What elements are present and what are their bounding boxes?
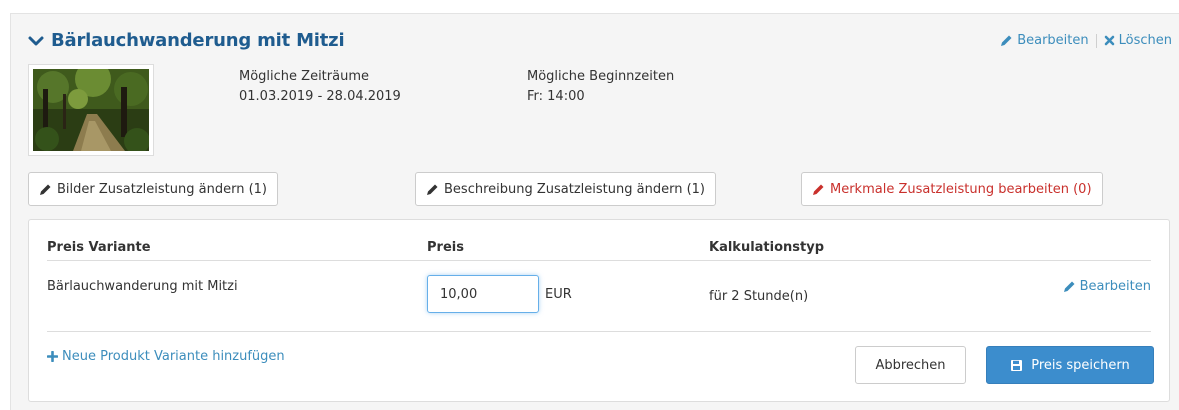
- calc-type-value: für 2 Stunde(n): [709, 289, 809, 304]
- start-times-label: Mögliche Beginnzeiten: [527, 69, 675, 84]
- cancel-label: Abbrechen: [875, 357, 946, 373]
- change-images-label: Bilder Zusatzleistung ändern (1): [57, 181, 267, 197]
- chevron-down-icon[interactable]: [27, 34, 45, 48]
- column-header-variant: Preis Variante: [47, 240, 151, 255]
- pencil-icon: [1001, 35, 1012, 46]
- change-description-label: Beschreibung Zusatzleistung ändern (1): [444, 181, 705, 197]
- footer-divider: [47, 331, 1151, 332]
- header-divider: [47, 260, 1151, 261]
- save-price-label: Preis speichern: [1031, 357, 1130, 373]
- column-header-calc-type: Kalkulationstyp: [709, 240, 825, 255]
- pencil-icon: [40, 184, 51, 195]
- currency-label: EUR: [545, 287, 572, 302]
- edit-variant-link[interactable]: Bearbeiten: [1063, 279, 1151, 294]
- periods-value: 01.03.2019 - 28.04.2019: [239, 89, 401, 104]
- add-variant-label: Neue Produkt Variante hinzufügen: [62, 349, 285, 364]
- floppy-disk-icon: [1011, 359, 1023, 371]
- save-price-button[interactable]: Preis speichern: [986, 346, 1154, 384]
- periods-label: Mögliche Zeiträume: [239, 69, 369, 84]
- edit-product-link[interactable]: Bearbeiten: [1000, 33, 1089, 48]
- column-header-price: Preis: [427, 240, 464, 255]
- pencil-icon: [427, 184, 438, 195]
- header-actions: Bearbeiten Löschen: [1000, 33, 1172, 48]
- product-thumbnail[interactable]: [28, 64, 154, 156]
- product-title-row[interactable]: Bärlauchwanderung mit Mitzi: [27, 30, 345, 51]
- edit-product-label: Bearbeiten: [1017, 33, 1089, 48]
- delete-product-link[interactable]: Löschen: [1104, 33, 1172, 48]
- change-images-button[interactable]: Bilder Zusatzleistung ändern (1): [28, 172, 278, 206]
- product-panel: Bärlauchwanderung mit Mitzi Bearbeiten L…: [10, 13, 1179, 410]
- edit-features-button[interactable]: Merkmale Zusatzleistung bearbeiten (0): [801, 172, 1103, 206]
- pencil-icon: [813, 184, 824, 195]
- start-times-info: Mögliche Beginnzeiten Fr: 14:00: [527, 67, 674, 107]
- periods-info: Mögliche Zeiträume 01.03.2019 - 28.04.20…: [239, 67, 401, 107]
- cancel-button[interactable]: Abbrechen: [855, 346, 966, 384]
- actions-divider: [1095, 33, 1097, 48]
- price-input[interactable]: [427, 275, 539, 313]
- edit-variant-label: Bearbeiten: [1079, 279, 1151, 294]
- add-variant-link[interactable]: Neue Produkt Variante hinzufügen: [47, 349, 285, 364]
- forest-path-image: [33, 69, 149, 151]
- product-title: Bärlauchwanderung mit Mitzi: [51, 30, 345, 51]
- variant-name: Bärlauchwanderung mit Mitzi: [47, 279, 238, 294]
- edit-features-label: Merkmale Zusatzleistung bearbeiten (0): [830, 181, 1092, 197]
- delete-product-label: Löschen: [1118, 33, 1172, 48]
- plus-icon: [47, 351, 58, 362]
- pencil-icon: [1063, 281, 1075, 292]
- price-variants-card: Preis Variante Preis Kalkulationstyp Bär…: [28, 219, 1170, 402]
- change-description-button[interactable]: Beschreibung Zusatzleistung ändern (1): [415, 172, 716, 206]
- times-icon: [1104, 35, 1114, 46]
- start-times-value: Fr: 14:00: [527, 89, 585, 104]
